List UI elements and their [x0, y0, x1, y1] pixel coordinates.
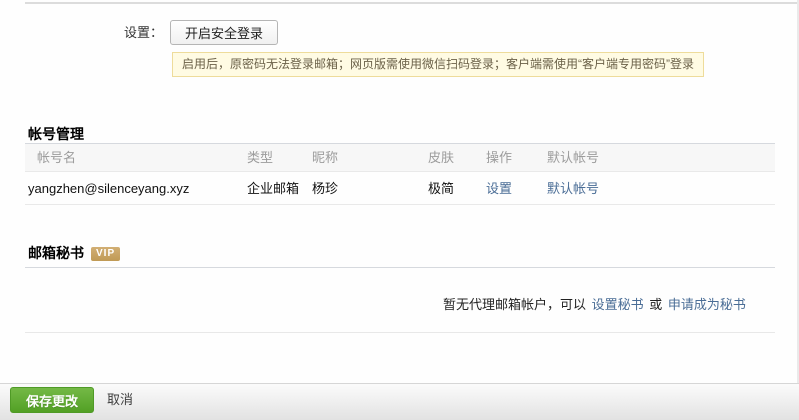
header-account-name: 帐号名 — [37, 144, 76, 172]
empty-state-text: 暂无代理邮箱帐户，可以 — [443, 297, 586, 312]
header-type: 类型 — [247, 144, 273, 172]
cell-account-type: 企业邮箱 — [247, 172, 299, 205]
header-nickname: 昵称 — [312, 144, 338, 172]
save-changes-button[interactable]: 保存更改 — [10, 387, 94, 413]
header-default-account: 默认帐号 — [547, 144, 599, 172]
secretary-empty-state: 暂无代理邮箱帐户，可以 设置秘书 或 申请成为秘书 — [443, 294, 748, 313]
cell-skin: 极简 — [428, 172, 454, 205]
enable-secure-login-button[interactable]: 开启安全登录 — [170, 20, 278, 45]
set-secretary-link[interactable]: 设置秘书 — [592, 297, 644, 312]
top-divider — [25, 2, 799, 4]
header-skin: 皮肤 — [428, 144, 454, 172]
row-settings-link[interactable]: 设置 — [486, 172, 512, 205]
row-default-account-link[interactable]: 默认帐号 — [547, 172, 599, 205]
or-text: 或 — [649, 297, 662, 312]
cell-account-name: yangzhen@silenceyang.xyz — [28, 172, 189, 205]
vip-badge: VIP — [91, 247, 120, 261]
cell-nickname: 杨珍 — [312, 172, 338, 205]
apply-secretary-link[interactable]: 申请成为秘书 — [668, 297, 746, 312]
account-table-header: 帐号名 类型 昵称 皮肤 操作 默认帐号 — [25, 144, 775, 172]
mail-settings-page: 设置： 开启安全登录 启用后，原密码无法登录邮箱；网页版需使用微信扫码登录；客户… — [0, 0, 799, 420]
secretary-section-title: 邮箱秘书 VIP — [28, 243, 120, 263]
account-table-row: yangzhen@silenceyang.xyz 企业邮箱 杨珍 极简 设置 默… — [25, 172, 775, 205]
account-section-title: 帐号管理 — [28, 124, 84, 144]
header-action: 操作 — [486, 144, 512, 172]
secretary-title-text: 邮箱秘书 — [28, 245, 84, 261]
footer-bar: 保存更改 取消 — [0, 383, 799, 420]
secure-login-notice: 启用后，原密码无法登录邮箱；网页版需使用微信扫码登录；客户端需使用“客户端专用密… — [172, 52, 704, 77]
secretary-section-bottom-divider — [25, 332, 775, 333]
cancel-link[interactable]: 取消 — [107, 387, 133, 413]
security-setting-label: 设置： — [124, 20, 163, 45]
secretary-section-divider — [25, 267, 775, 268]
